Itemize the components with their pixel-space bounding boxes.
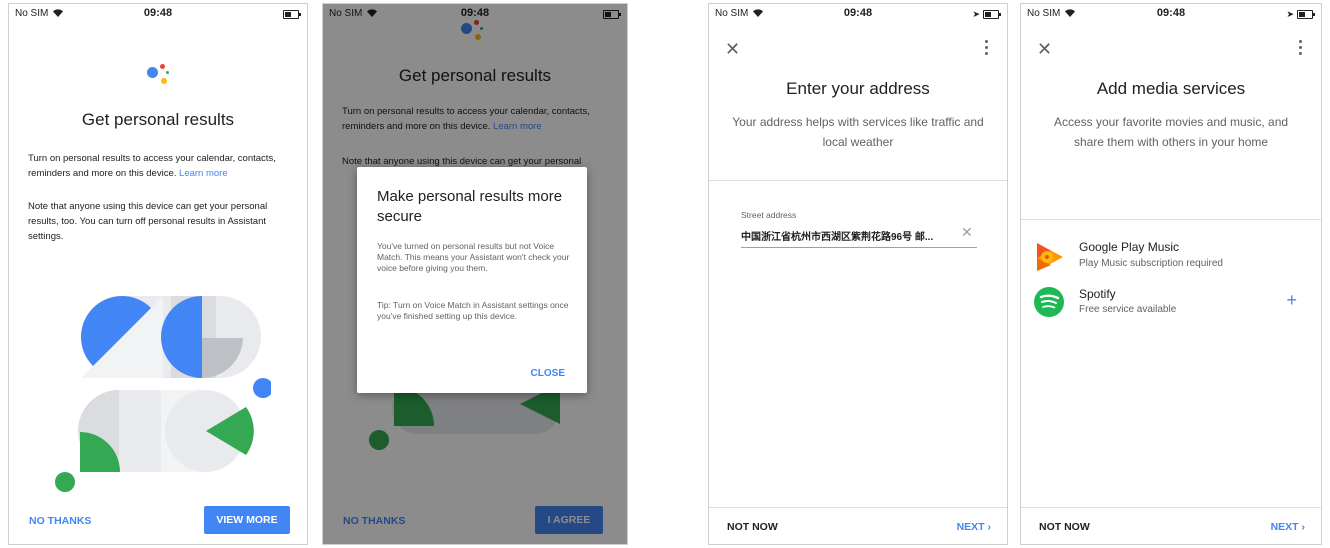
next-button[interactable]: NEXT ›	[957, 521, 991, 533]
dialog-close-button[interactable]: CLOSE	[531, 368, 565, 379]
service-detail: Free service available	[1079, 304, 1177, 315]
page-title: Enter your address	[786, 79, 930, 98]
more-options-icon[interactable]	[985, 40, 989, 58]
page-subtitle: Access your favorite movies and music, a…	[1053, 115, 1289, 149]
footer-divider	[709, 507, 1007, 508]
more-options-icon[interactable]	[1299, 40, 1303, 58]
service-detail: Play Music subscription required	[1079, 258, 1223, 269]
not-now-button[interactable]: NOT NOW	[727, 521, 778, 533]
next-button[interactable]: NEXT ›	[1271, 521, 1305, 533]
dialog-body: You've turned on personal results but no…	[377, 241, 570, 273]
chevron-right-icon: ›	[1301, 521, 1306, 533]
footer-divider	[1021, 507, 1321, 508]
section-divider	[1021, 219, 1321, 220]
screen-add-media-services: No SIM 09:48 ➤ ✕ Add media services Acce…	[1020, 3, 1322, 545]
dialog-tip: Tip: Turn on Voice Match in Assistant se…	[377, 300, 569, 321]
status-bar: No SIM 09:48 ➤	[709, 4, 1007, 24]
location-arrow-icon: ➤	[972, 9, 980, 19]
personal-results-illustration-icon	[55, 296, 271, 492]
street-address-label: Street address	[741, 210, 797, 220]
status-bar: No SIM 09:48 ➤	[1021, 4, 1321, 24]
street-address-input[interactable]: 中国浙江省杭州市西湖区紫荆花路96号 邮...	[741, 228, 957, 243]
screen-enter-address: No SIM 09:48 ➤ ✕ Enter your address Your…	[708, 3, 1008, 545]
google-assistant-logo-icon	[147, 64, 171, 86]
spotify-icon	[1034, 287, 1064, 317]
dialog-title: Make personal results more secure	[377, 188, 563, 225]
view-more-button[interactable]: VIEW MORE	[204, 506, 290, 534]
page-subtitle: Your address helps with services like tr…	[732, 115, 984, 149]
clock: 09:48	[143, 7, 173, 19]
intro-paragraph: Turn on personal results to access your …	[28, 153, 276, 179]
page-title: Add media services	[1096, 79, 1246, 98]
chevron-right-icon: ›	[987, 521, 992, 533]
battery-icon	[283, 9, 301, 19]
service-name: Google Play Music	[1079, 240, 1180, 254]
clear-field-icon[interactable]: ✕	[961, 224, 973, 241]
clock: 09:48	[843, 7, 873, 19]
clock: 09:48	[1156, 7, 1186, 19]
status-bar: No SIM 09:48	[9, 4, 307, 24]
add-service-plus-icon[interactable]: +	[1286, 290, 1297, 311]
secure-results-dialog: Make personal results more secure You've…	[357, 167, 587, 393]
not-now-button[interactable]: NOT NOW	[1039, 521, 1090, 533]
screen-get-personal-results-dialog: No SIM 09:48 Get personal results Turn o…	[322, 3, 628, 545]
learn-more-link[interactable]: Learn more	[179, 168, 228, 179]
page-title: Get personal results	[81, 110, 235, 129]
service-name: Spotify	[1079, 287, 1116, 301]
section-divider	[709, 180, 1007, 181]
screen-get-personal-results: No SIM 09:48 Get personal results Turn o…	[8, 3, 308, 545]
google-play-music-icon	[1037, 243, 1063, 271]
no-thanks-button[interactable]: NO THANKS	[29, 515, 91, 527]
battery-icon	[1297, 10, 1315, 19]
close-icon[interactable]: ✕	[1037, 40, 1052, 58]
note-paragraph: Note that anyone using this device can g…	[28, 201, 268, 242]
input-underline	[741, 247, 977, 248]
battery-icon	[983, 10, 1001, 19]
location-arrow-icon: ➤	[1286, 9, 1294, 19]
close-icon[interactable]: ✕	[725, 40, 740, 58]
